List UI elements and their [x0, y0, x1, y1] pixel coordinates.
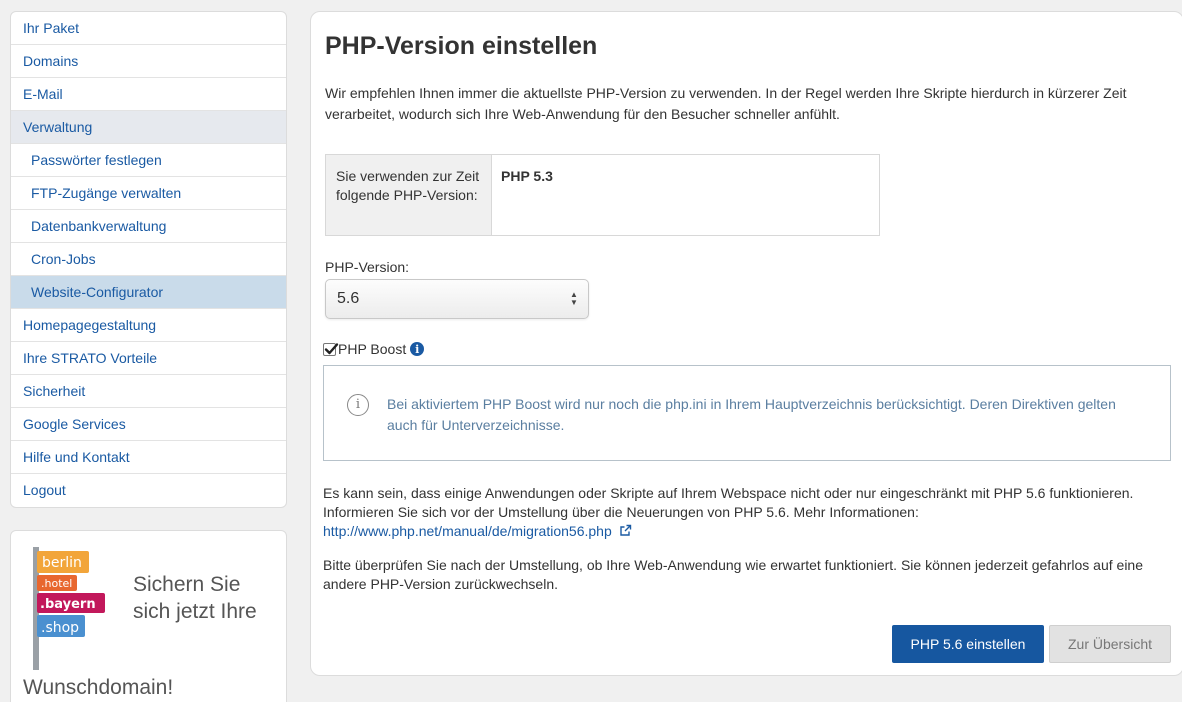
back-to-overview-button[interactable]: Zur Übersicht: [1049, 625, 1171, 663]
sidebar-item-hilfe-kontakt[interactable]: Hilfe und Kontakt: [11, 441, 286, 474]
sidebar-subitem-cron-jobs[interactable]: Cron-Jobs: [11, 243, 286, 276]
notice-text: Bei aktiviertem PHP Boost wird nur noch …: [387, 396, 1116, 433]
main-panel: PHP-Version einstellen Wir empfehlen Ihn…: [310, 11, 1182, 676]
sidebar-item-ihr-paket[interactable]: Ihr Paket: [11, 12, 286, 45]
compatibility-info: Es kann sein, dass einige Anwendungen od…: [323, 484, 1173, 541]
promo-footer: Wunschdomain!: [23, 676, 174, 699]
sidebar-item-verwaltung[interactable]: Verwaltung: [11, 111, 286, 144]
domain-promo-banner[interactable]: berlin .hotel .bayern .shop Sichern Sie …: [10, 530, 287, 702]
php-version-label: PHP-Version:: [325, 259, 410, 275]
sign-label-berlin: berlin: [42, 555, 82, 571]
sign-label-shop: .shop: [41, 620, 79, 636]
sidebar-item-homepagegestaltung[interactable]: Homepagegestaltung: [11, 309, 286, 342]
page-title: PHP-Version einstellen: [325, 32, 598, 60]
sidebar-subitem-datenbankverwaltung[interactable]: Datenbankverwaltung: [11, 210, 286, 243]
intro-text: Wir empfehlen Ihnen immer die aktuellste…: [325, 85, 1127, 122]
sidebar-subitem-website-configurator[interactable]: Website-Configurator: [11, 276, 286, 309]
php-boost-checkbox[interactable]: [323, 342, 339, 356]
sidebar-item-domains[interactable]: Domains: [11, 45, 286, 78]
verify-info-text: Bitte überprüfen Sie nach der Umstellung…: [323, 557, 1143, 592]
select-updown-icon: ▲ ▼: [570, 290, 578, 307]
info-icon[interactable]: i: [410, 342, 425, 356]
sidebar-item-sicherheit[interactable]: Sicherheit: [11, 375, 286, 408]
sign-label-bayern: .bayern: [40, 597, 96, 612]
promo-headline: Sichern Sie sich jetzt Ihre: [133, 573, 257, 623]
sidebar-item-strato-vorteile[interactable]: Ihre STRATO Vorteile: [11, 342, 286, 375]
sign-label-hotel: .hotel: [41, 577, 72, 590]
set-php-version-button[interactable]: PHP 5.6 einstellen: [892, 625, 1044, 663]
domain-signpost-icon: berlin .hotel .bayern .shop: [33, 547, 105, 670]
sidebar-item-email[interactable]: E-Mail: [11, 78, 286, 111]
sidebar-subitem-ftp-zugaenge[interactable]: FTP-Zugänge verwalten: [11, 177, 286, 210]
current-version-table: Sie verwenden zur Zeit folgende PHP-Vers…: [325, 154, 880, 236]
sidebar-item-logout[interactable]: Logout: [11, 474, 286, 507]
php-version-select-value: 5.6: [337, 290, 360, 307]
php-boost-row: PHP Boost i: [323, 340, 425, 358]
info-circle-icon: i: [347, 394, 369, 416]
php-boost-notice: i Bei aktiviertem PHP Boost wird nur noc…: [323, 365, 1171, 461]
php-boost-label[interactable]: PHP Boost: [338, 341, 406, 357]
checkmark-icon: [324, 342, 339, 354]
php-version-select[interactable]: 5.6 ▲ ▼: [325, 279, 589, 319]
current-version-value: PHP 5.3: [501, 168, 553, 184]
sidebar-nav: Ihr Paket Domains E-Mail Verwaltung Pass…: [10, 11, 287, 508]
sidebar-item-google-services[interactable]: Google Services: [11, 408, 286, 441]
compatibility-text: Es kann sein, dass einige Anwendungen od…: [323, 485, 1134, 520]
sidebar-subitem-passwoerter[interactable]: Passwörter festlegen: [11, 144, 286, 177]
external-link-icon: [619, 524, 631, 536]
migration-guide-link[interactable]: http://www.php.net/manual/de/migration56…: [323, 523, 612, 539]
current-version-label: Sie verwenden zur Zeit folgende PHP-Vers…: [326, 155, 492, 235]
